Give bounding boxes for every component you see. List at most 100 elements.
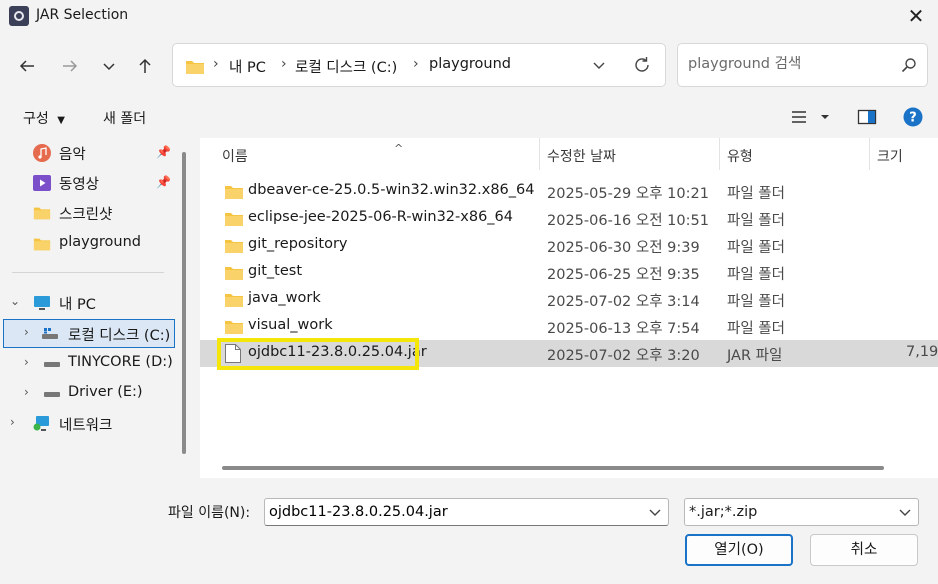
organize-menu[interactable]: 구성 ▼ xyxy=(23,108,65,128)
forward-button[interactable] xyxy=(56,52,84,80)
sidebar-item-videos[interactable]: 동영상 📌 xyxy=(0,169,180,197)
sidebar-item-label: 동영상 xyxy=(59,177,100,193)
breadcrumb-separator: › xyxy=(413,56,419,72)
filename-label: 파일 이름(N): xyxy=(168,505,251,521)
sidebar-item-label: 네트워크 xyxy=(59,418,113,434)
app-icon xyxy=(9,6,29,26)
column-divider[interactable] xyxy=(869,138,870,170)
close-button[interactable]: ✕ xyxy=(902,2,930,30)
folder-icon xyxy=(225,267,243,280)
file-name: dbeaver-ce-25.0.5-win32.win32.x86_64 xyxy=(248,182,535,198)
open-button[interactable]: 열기(O) xyxy=(685,534,793,566)
chevron-right-icon[interactable]: › xyxy=(24,385,29,399)
file-row[interactable]: git_repository 2025-06-30 오전 9:39 파일 폴더 xyxy=(200,232,938,259)
sidebar-item-my-pc[interactable]: ⌄ 내 PC xyxy=(0,289,180,317)
command-bar: 구성 ▼ 새 폴더 ? xyxy=(0,98,938,138)
drive-icon xyxy=(42,328,58,339)
file-date: 2025-06-13 오후 7:54 xyxy=(547,321,700,337)
address-bar[interactable]: › 내 PC › 로컬 디스크 (C:) › playground xyxy=(172,43,666,87)
breadcrumb-separator: › xyxy=(281,56,287,72)
search-input[interactable] xyxy=(688,56,888,72)
file-date: 2025-06-16 오전 10:51 xyxy=(547,213,709,229)
sidebar-item-tinycore[interactable]: › TINYCORE (D:) xyxy=(0,350,180,378)
sidebar-scrollbar[interactable] xyxy=(182,152,186,454)
arrow-right-icon xyxy=(63,60,78,72)
file-type: JAR 파일 xyxy=(727,348,783,364)
column-header-date[interactable]: 수정한 날짜 xyxy=(547,146,616,166)
address-history-chevron-icon[interactable] xyxy=(591,57,607,73)
back-button[interactable] xyxy=(13,52,41,80)
file-row[interactable]: visual_work 2025-06-13 오후 7:54 파일 폴더 xyxy=(200,313,938,340)
filename-combobox[interactable] xyxy=(264,498,669,526)
preview-pane-icon xyxy=(857,109,877,125)
navigation-bar: › 내 PC › 로컬 디스크 (C:) › playground xyxy=(0,32,938,98)
window-title: JAR Selection xyxy=(36,7,129,23)
filename-input[interactable] xyxy=(269,504,639,520)
sidebar-item-label: playground xyxy=(59,234,142,250)
help-icon: ? xyxy=(903,107,923,127)
file-type: 파일 폴더 xyxy=(727,213,785,229)
pin-icon[interactable]: 📌 xyxy=(156,145,171,159)
cancel-button[interactable]: 취소 xyxy=(810,534,918,566)
highlight-annotation xyxy=(217,338,419,370)
sidebar-item-network[interactable]: › 네트워크 xyxy=(0,410,180,438)
breadcrumb-my-pc[interactable]: 내 PC xyxy=(229,56,266,77)
new-folder-button[interactable]: 새 폴더 xyxy=(103,108,146,128)
horizontal-scrollbar[interactable] xyxy=(222,466,884,470)
file-row[interactable]: java_work 2025-07-02 오후 3:14 파일 폴더 xyxy=(200,286,938,313)
pin-icon[interactable]: 📌 xyxy=(156,175,171,189)
sidebar-item-driver[interactable]: › Driver (E:) xyxy=(0,380,180,408)
pc-icon xyxy=(34,296,50,310)
chevron-down-icon xyxy=(899,509,911,516)
file-type-value: *.jar;*.zip xyxy=(689,504,758,520)
file-date: 2025-07-02 오후 3:20 xyxy=(547,348,700,364)
sidebar-item-label: TINYCORE (D:) xyxy=(68,354,173,370)
breadcrumb-playground[interactable]: playground xyxy=(429,56,511,72)
folder-icon xyxy=(186,61,204,74)
folder-icon xyxy=(225,186,243,199)
dialog-footer: 파일 이름(N): *.jar;*.zip 열기(O) 취소 xyxy=(0,478,938,584)
file-type-select[interactable]: *.jar;*.zip xyxy=(684,498,919,526)
folder-icon xyxy=(33,238,51,251)
list-view-icon xyxy=(792,111,829,123)
column-header-name[interactable]: ^ 이름 xyxy=(222,142,403,166)
view-options-button[interactable] xyxy=(790,106,830,132)
folder-icon xyxy=(33,207,51,220)
chevron-down-icon[interactable]: ⌄ xyxy=(10,294,20,308)
preview-pane-button[interactable] xyxy=(857,106,877,132)
caret-down-icon: ▼ xyxy=(57,115,65,126)
file-row[interactable]: eclipse-jee-2025-06-R-win32-x86_64 2025-… xyxy=(200,205,938,232)
chevron-right-icon[interactable]: › xyxy=(10,415,15,429)
refresh-icon[interactable] xyxy=(631,54,653,76)
column-header-type[interactable]: 유형 xyxy=(727,146,753,166)
sort-ascending-icon: ^ xyxy=(394,142,404,155)
file-list: ^ 이름 수정한 날짜 유형 크기 dbeaver-ce-25.0.5-win3… xyxy=(200,138,938,478)
column-header-size[interactable]: 크기 xyxy=(877,146,903,166)
search-box[interactable] xyxy=(677,43,928,87)
file-type: 파일 폴더 xyxy=(727,186,785,202)
sidebar-item-screenshots[interactable]: 스크린샷 xyxy=(0,199,180,227)
arrow-left-icon xyxy=(19,60,34,72)
recent-locations-button[interactable] xyxy=(95,52,123,80)
sidebar-item-playground[interactable]: playground xyxy=(0,230,180,258)
chevron-down-icon[interactable] xyxy=(648,505,662,519)
file-row[interactable]: dbeaver-ce-25.0.5-win32.win32.x86_64 202… xyxy=(200,178,938,205)
chevron-right-icon[interactable]: › xyxy=(24,325,29,339)
sidebar-item-music[interactable]: 음악 📌 xyxy=(0,139,180,167)
file-date: 2025-06-25 오전 9:35 xyxy=(547,267,700,283)
folder-icon xyxy=(225,321,243,334)
file-type: 파일 폴더 xyxy=(727,321,785,337)
organize-label: 구성 xyxy=(23,111,49,127)
column-divider[interactable] xyxy=(539,138,540,170)
arrow-up-icon xyxy=(139,58,151,73)
up-button[interactable] xyxy=(131,52,159,80)
help-button[interactable]: ? xyxy=(903,106,923,132)
sidebar-item-local-disk[interactable]: › 로컬 디스크 (C:) xyxy=(3,319,175,348)
file-row[interactable]: git_test 2025-06-25 오전 9:35 파일 폴더 xyxy=(200,259,938,286)
breadcrumb-local-disk[interactable]: 로컬 디스크 (C:) xyxy=(295,56,397,77)
column-divider[interactable] xyxy=(719,138,720,170)
file-name: visual_work xyxy=(248,317,333,333)
chevron-right-icon[interactable]: › xyxy=(24,355,29,369)
music-icon xyxy=(33,144,51,162)
file-name: git_test xyxy=(248,263,303,279)
